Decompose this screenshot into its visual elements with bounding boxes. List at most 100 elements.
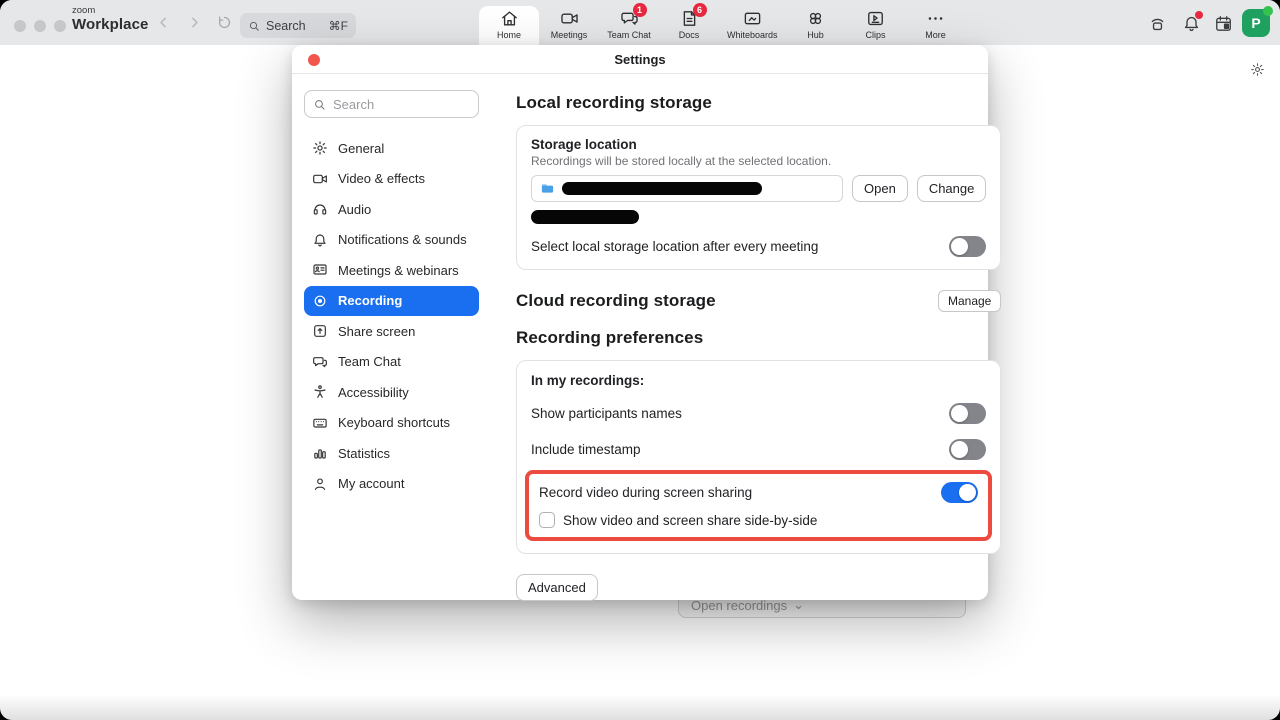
chat-bubbles-icon	[312, 354, 328, 370]
team-chat-badge: 1	[633, 3, 647, 17]
side-by-side-checkbox[interactable]	[539, 512, 555, 528]
whiteboards-icon	[743, 9, 762, 28]
forward-icon[interactable]	[186, 14, 203, 31]
app-title-big: Workplace	[72, 16, 149, 33]
manage-button[interactable]: Manage	[938, 290, 1001, 312]
traffic-light-close[interactable]	[14, 20, 26, 32]
toolbar-search-label: Search	[266, 19, 306, 33]
tab-label: Hub	[807, 30, 824, 40]
share-screen-icon	[312, 323, 328, 339]
change-button[interactable]: Change	[917, 175, 987, 202]
calendar-icon[interactable]	[1214, 14, 1233, 33]
modal-title: Settings	[292, 45, 988, 74]
select-location-toggle[interactable]	[949, 236, 986, 257]
modal-close-button[interactable]	[308, 54, 320, 66]
settings-modal: Settings General	[292, 45, 988, 600]
sidebar-item-statistics[interactable]: Statistics	[304, 438, 479, 469]
sidebar-item-label: Meetings & webinars	[338, 263, 459, 278]
sidebar-item-label: General	[338, 141, 384, 156]
tab-whiteboards[interactable]: Whiteboards	[719, 0, 786, 45]
tab-team-chat[interactable]: 1 Team Chat	[599, 0, 659, 45]
meeting-screen-icon	[312, 262, 328, 278]
connect-device-icon[interactable]	[1148, 14, 1167, 33]
keyboard-icon	[312, 415, 328, 431]
sidebar-item-my-account[interactable]: My account	[304, 469, 479, 500]
settings-search-input[interactable]	[304, 90, 479, 118]
folder-icon	[540, 181, 555, 196]
video-camera-icon	[312, 171, 328, 187]
in-my-recordings-label: In my recordings:	[531, 373, 986, 388]
home-icon	[500, 9, 519, 28]
bar-chart-icon	[312, 445, 328, 461]
sidebar-item-label: My account	[338, 476, 404, 491]
tab-more[interactable]: More	[906, 0, 966, 45]
open-button[interactable]: Open	[852, 175, 908, 202]
sidebar-item-video-effects[interactable]: Video & effects	[304, 164, 479, 195]
sidebar-item-keyboard-shortcuts[interactable]: Keyboard shortcuts	[304, 408, 479, 439]
tab-hub[interactable]: Hub	[786, 0, 846, 45]
sidebar-item-audio[interactable]: Audio	[304, 194, 479, 225]
sidebar-item-notifications[interactable]: Notifications & sounds	[304, 225, 479, 256]
record-video-screen-sharing-toggle[interactable]	[941, 482, 978, 503]
person-icon	[312, 476, 328, 492]
tab-docs[interactable]: 6 Docs	[659, 0, 719, 45]
traffic-light-zoom[interactable]	[54, 20, 66, 32]
storage-path-field[interactable]	[531, 175, 843, 202]
sidebar-item-label: Accessibility	[338, 385, 409, 400]
sidebar-item-team-chat[interactable]: Team Chat	[304, 347, 479, 378]
tab-label: Whiteboards	[727, 30, 778, 40]
cloud-recording-heading: Cloud recording storage	[516, 291, 716, 311]
sidebar-item-general[interactable]: General	[304, 133, 479, 164]
avatar[interactable]: P	[1242, 9, 1270, 37]
sidebar-item-recording[interactable]: Recording	[304, 286, 479, 317]
traffic-light-minimize[interactable]	[34, 20, 46, 32]
back-icon[interactable]	[155, 14, 172, 31]
history-icon[interactable]	[216, 14, 233, 31]
redacted-storage-path	[562, 182, 762, 195]
tab-label: Team Chat	[607, 30, 651, 40]
main-tab-bar: Home Meetings 1 Team Chat 6 Docs	[479, 0, 966, 45]
recording-preferences-card: In my recordings: Show participants name…	[516, 360, 1001, 554]
show-participants-names-label: Show participants names	[531, 406, 682, 421]
notifications-bell-icon[interactable]	[1182, 14, 1201, 33]
sidebar-item-accessibility[interactable]: Accessibility	[304, 377, 479, 408]
side-by-side-label: Show video and screen share side-by-side	[563, 513, 817, 528]
include-timestamp-toggle[interactable]	[949, 439, 986, 460]
local-recording-heading: Local recording storage	[516, 93, 1001, 113]
include-timestamp-label: Include timestamp	[531, 442, 641, 457]
docs-badge: 6	[693, 3, 707, 17]
search-icon	[248, 20, 260, 32]
redacted-storage-info	[531, 210, 639, 224]
settings-gear-icon[interactable]	[1250, 62, 1265, 77]
sidebar-item-label: Share screen	[338, 324, 415, 339]
toolbar-search[interactable]: Search ⌘F	[240, 13, 356, 38]
clips-icon	[866, 9, 885, 28]
tab-clips[interactable]: Clips	[846, 0, 906, 45]
advanced-button[interactable]: Advanced	[516, 574, 598, 601]
docs-icon: 6	[680, 9, 699, 28]
search-icon	[313, 98, 326, 111]
sidebar-item-meetings-webinars[interactable]: Meetings & webinars	[304, 255, 479, 286]
more-icon	[926, 9, 945, 28]
sidebar-item-label: Keyboard shortcuts	[338, 415, 450, 430]
show-participants-names-toggle[interactable]	[949, 403, 986, 424]
tab-label: Clips	[866, 30, 886, 40]
storage-location-card: Storage location Recordings will be stor…	[516, 125, 1001, 270]
sidebar-item-label: Recording	[338, 293, 402, 308]
highlight-box: Record video during screen sharing Show …	[525, 470, 992, 541]
notification-dot	[1195, 11, 1203, 19]
modal-header: Settings	[292, 45, 988, 74]
select-location-label: Select local storage location after ever…	[531, 239, 818, 254]
presence-dot	[1263, 6, 1273, 16]
storage-location-desc: Recordings will be stored locally at the…	[531, 154, 986, 168]
tab-meetings[interactable]: Meetings	[539, 0, 599, 45]
title-toolbar: zoom Workplace Search ⌘F Home	[0, 0, 1280, 45]
tab-label: Meetings	[551, 30, 588, 40]
headphones-icon	[312, 201, 328, 217]
tab-label: More	[925, 30, 946, 40]
sidebar-item-label: Video & effects	[338, 171, 425, 186]
sidebar-item-share-screen[interactable]: Share screen	[304, 316, 479, 347]
tab-home[interactable]: Home	[479, 6, 539, 45]
sidebar-item-label: Notifications & sounds	[338, 232, 467, 247]
settings-sidebar: General Video & effects Audio	[292, 74, 491, 599]
